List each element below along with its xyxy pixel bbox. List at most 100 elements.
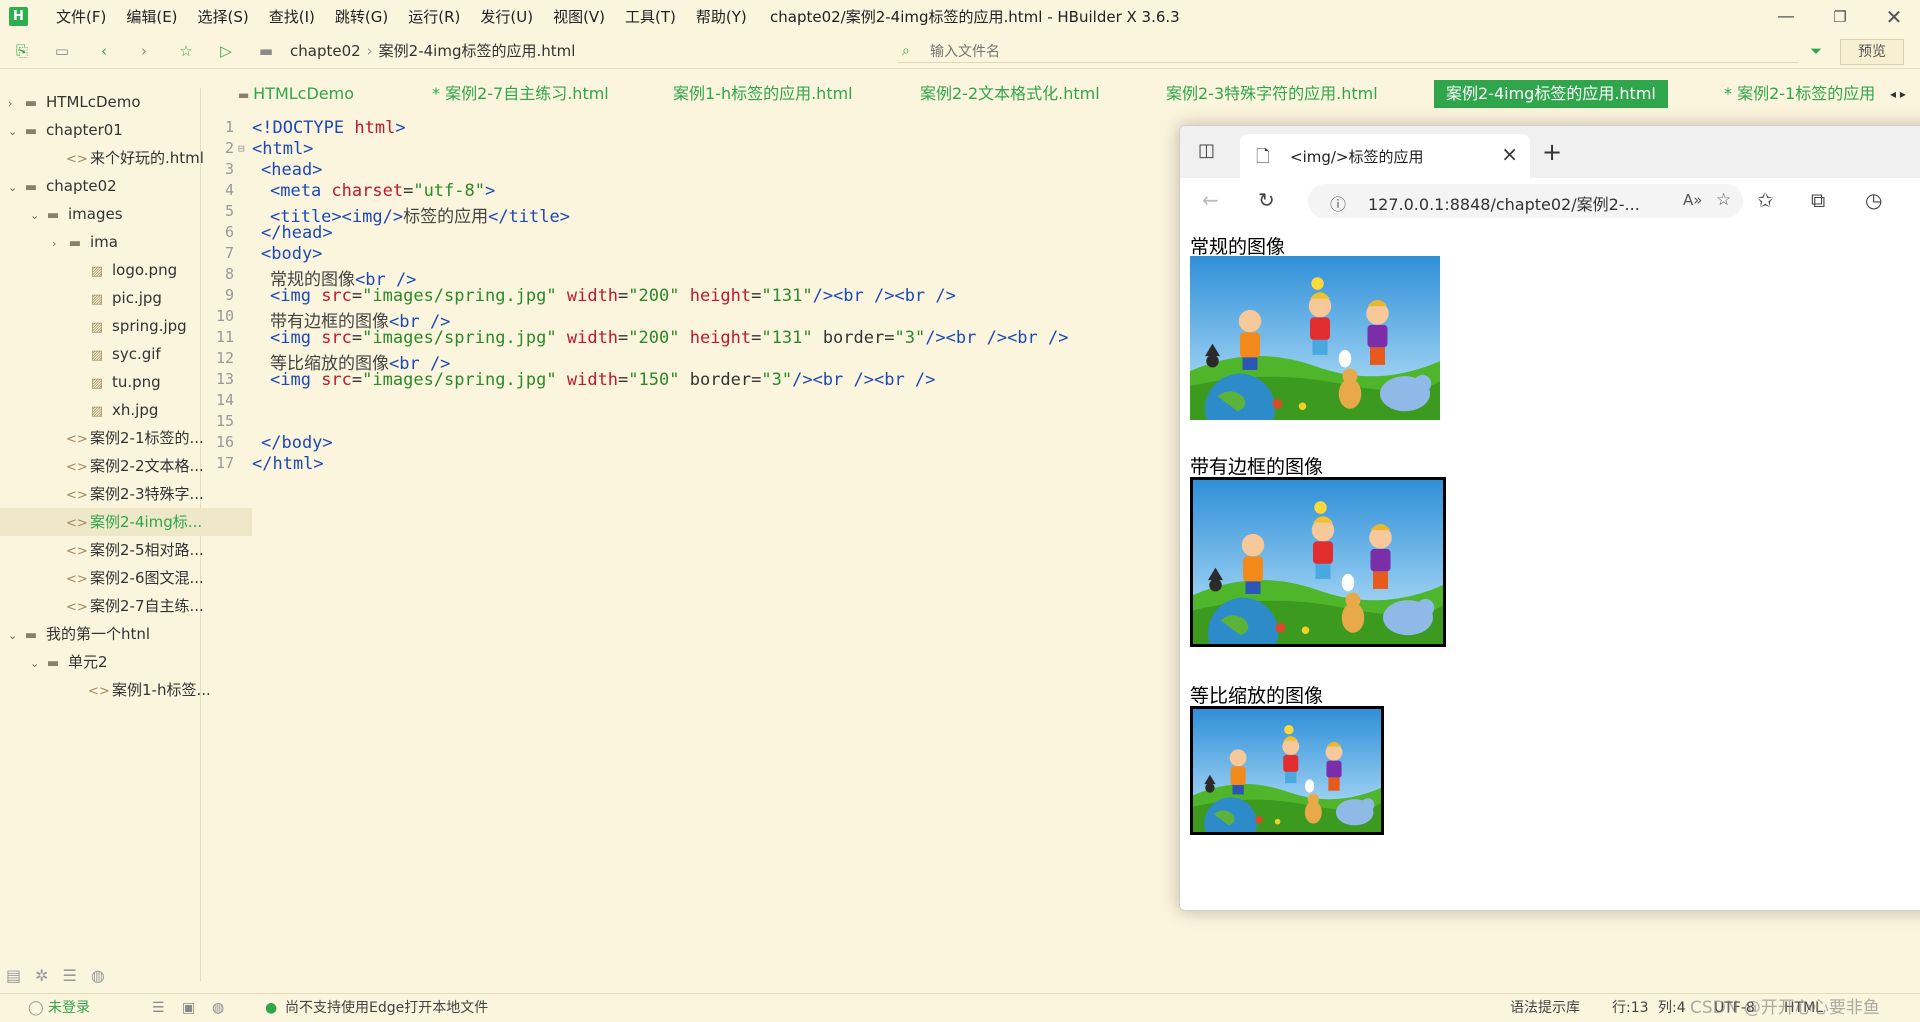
file-search-input[interactable] — [898, 40, 1532, 64]
code-line: <!DOCTYPE html> — [252, 118, 406, 138]
menu-tools[interactable]: 工具(T) — [615, 0, 686, 34]
menu-run[interactable]: 运行(R) — [398, 0, 470, 34]
preview-button[interactable]: 预览 — [1840, 39, 1904, 65]
maximize-button[interactable]: ❐ — [1816, 0, 1864, 34]
project-manager-icon[interactable]: ▤ — [6, 956, 21, 996]
tree-item[interactable]: ⌄ ▬ 单元2 — [0, 648, 230, 676]
chevron-right-icon[interactable]: › — [52, 230, 66, 256]
folder-icon: ▬ — [24, 628, 38, 643]
chevron-down-icon[interactable]: ⌄ — [30, 202, 44, 228]
forward-icon[interactable]: › — [134, 41, 154, 61]
tab-2-2[interactable]: 案例2-2文本格式化.html — [920, 80, 1100, 108]
tab-2-3[interactable]: 案例2-3特殊字符的应用.html — [1166, 80, 1378, 108]
tree-item-label: tu.png — [112, 373, 161, 391]
login-status[interactable]: 未登录 — [48, 994, 90, 1022]
html-icon: <> — [66, 544, 88, 559]
code-line: <html> — [252, 139, 313, 159]
read-aloud-icon[interactable]: A» — [1683, 191, 1702, 209]
tab-2-7[interactable]: * 案例2-7自主练习.html — [432, 80, 609, 108]
browser-tab[interactable]: 🗋 <img/>标签的应用 × — [1240, 134, 1530, 178]
terminal-icon[interactable]: ◍ — [212, 994, 224, 1022]
code-line: <meta charset="utf-8"> — [270, 181, 495, 201]
tree-item[interactable]: ⌄ ▬ 我的第一个htnl — [0, 620, 208, 648]
breadcrumb-item[interactable]: chapte02 — [290, 42, 361, 60]
add-favorite-icon[interactable]: ☆ — [1716, 190, 1731, 210]
search-list-icon[interactable]: ☰ — [63, 956, 77, 996]
tab-htmlcdemo[interactable]: ▬ HTMLcDemo — [238, 80, 354, 108]
chevron-down-icon[interactable]: ⌄ — [8, 118, 22, 144]
address-bar[interactable]: ⓘ 127.0.0.1:8848/chapte02/案例2-... A» ☆ — [1308, 184, 1743, 218]
menu-find[interactable]: 查找(I) — [259, 0, 325, 34]
chevron-right-icon[interactable]: › — [8, 90, 22, 116]
menu-publish[interactable]: 发行(U) — [470, 0, 543, 34]
browser-window: ◫ 🗋 <img/>标签的应用 × + ← ↻ ⓘ 127.0.0.1:8848… — [1179, 125, 1920, 911]
code-token: = — [751, 328, 762, 348]
menu-goto[interactable]: 跳转(G) — [325, 0, 398, 34]
code-token: src — [310, 328, 352, 348]
syntax-hint-library[interactable]: 语法提示库 — [1510, 994, 1580, 1022]
tree-item[interactable]: ⌄ ▬ images — [0, 200, 230, 228]
new-file-icon[interactable]: ⎘ — [12, 41, 32, 61]
new-tab-icon[interactable]: + — [1542, 138, 1562, 166]
code-token: </title> — [488, 207, 570, 227]
code-token: charset — [321, 181, 404, 201]
history-icon[interactable]: ◷ — [1865, 188, 1882, 212]
title-bar: H 文件(F) 编辑(E) 选择(S) 查找(I) 跳转(G) 运行(R) 发行… — [0, 0, 1920, 34]
tree-item-label: syc.gif — [112, 345, 161, 363]
code-token: <meta — [270, 181, 322, 201]
list-icon[interactable]: ☰ — [152, 994, 165, 1022]
folder-icon: ▬ — [46, 656, 60, 671]
filter-icon[interactable]: ⏷ — [1806, 41, 1826, 61]
window-title: chapte02/案例2-4img标签的应用.html - HBuilder X… — [770, 8, 1180, 26]
collections-icon[interactable]: ⧉ — [1811, 188, 1825, 212]
code-token: height — [679, 328, 752, 348]
info-icon[interactable]: ⓘ — [1330, 191, 1346, 215]
close-window-button[interactable]: ✕ — [1870, 0, 1918, 34]
menu-select[interactable]: 选择(S) — [188, 0, 259, 34]
code-token: /><br /><br /> — [792, 370, 936, 390]
favorites-icon[interactable]: ✩ — [1757, 188, 1774, 212]
save-icon[interactable]: ▭ — [52, 41, 72, 61]
code-token: /><br /><br /> — [812, 286, 956, 306]
back-arrow-icon[interactable]: ← — [1202, 188, 1219, 212]
menu-bar: 文件(F) 编辑(E) 选择(S) 查找(I) 跳转(G) 运行(R) 发行(U… — [46, 0, 757, 34]
line-number: 15 — [215, 412, 234, 430]
code-token: <!DOCTYPE — [252, 118, 345, 138]
tab-2-1[interactable]: * 案例2-1标签的应用 — [1724, 80, 1884, 108]
plugin-icon[interactable]: ✲ — [35, 956, 48, 996]
refresh-icon[interactable]: ↻ — [1258, 188, 1275, 212]
code-token: "131" — [761, 328, 813, 348]
close-tab-icon[interactable]: × — [1501, 142, 1518, 166]
tab-scroll-arrows[interactable]: ◂ ▸ — [1890, 80, 1906, 108]
code-token: html — [344, 118, 396, 138]
minimize-button[interactable]: — — [1762, 0, 1810, 34]
hbuilder-logo-icon: H — [9, 7, 28, 26]
bookmark-star-icon[interactable]: ☆ — [176, 41, 196, 61]
menu-help[interactable]: 帮助(Y) — [686, 0, 757, 34]
tree-item[interactable]: ⌄ ▬ chapter01 — [0, 116, 208, 144]
chevron-down-icon[interactable]: ⌄ — [8, 174, 22, 200]
image-icon: ▨ — [90, 320, 104, 335]
tab-2-4-active[interactable]: 案例2-4img标签的应用.html — [1434, 80, 1668, 108]
code-token: </head> — [261, 223, 333, 243]
tree-item[interactable]: ⌄ ▬ chapte02 — [0, 172, 208, 200]
code-line: </body> — [261, 433, 333, 453]
tab-1-h[interactable]: 案例1-h标签的应用.html — [673, 80, 853, 108]
fold-toggle-icon[interactable]: ⊟ — [238, 142, 245, 155]
tree-item-label: 单元2 — [68, 653, 108, 671]
toolbar: ⎘ ▭ ‹ › ☆ ▷ ▬ chapte02 › 案例2-4img标签的应用.htm… — [0, 34, 1920, 69]
tree-item[interactable]: › ▬ HTMLcDemo — [0, 88, 208, 116]
breadcrumb-item[interactable]: 案例2-4img标签的应用.html — [379, 42, 576, 60]
code-line: <img src="images/spring.jpg" width="200"… — [270, 328, 1068, 348]
menu-file[interactable]: 文件(F) — [46, 0, 116, 34]
code-token: <head> — [261, 160, 323, 180]
run-icon[interactable]: ▷ — [216, 41, 236, 61]
theme-icon[interactable]: ◍ — [91, 956, 105, 996]
chevron-down-icon[interactable]: ⌄ — [8, 622, 22, 648]
sidebar-toggle-icon[interactable]: ◫ — [1198, 140, 1215, 161]
console-icon[interactable]: ▣ — [182, 994, 195, 1022]
chevron-down-icon[interactable]: ⌄ — [30, 650, 44, 676]
back-icon[interactable]: ‹ — [94, 41, 114, 61]
menu-view[interactable]: 视图(V) — [543, 0, 615, 34]
menu-edit[interactable]: 编辑(E) — [116, 0, 187, 34]
